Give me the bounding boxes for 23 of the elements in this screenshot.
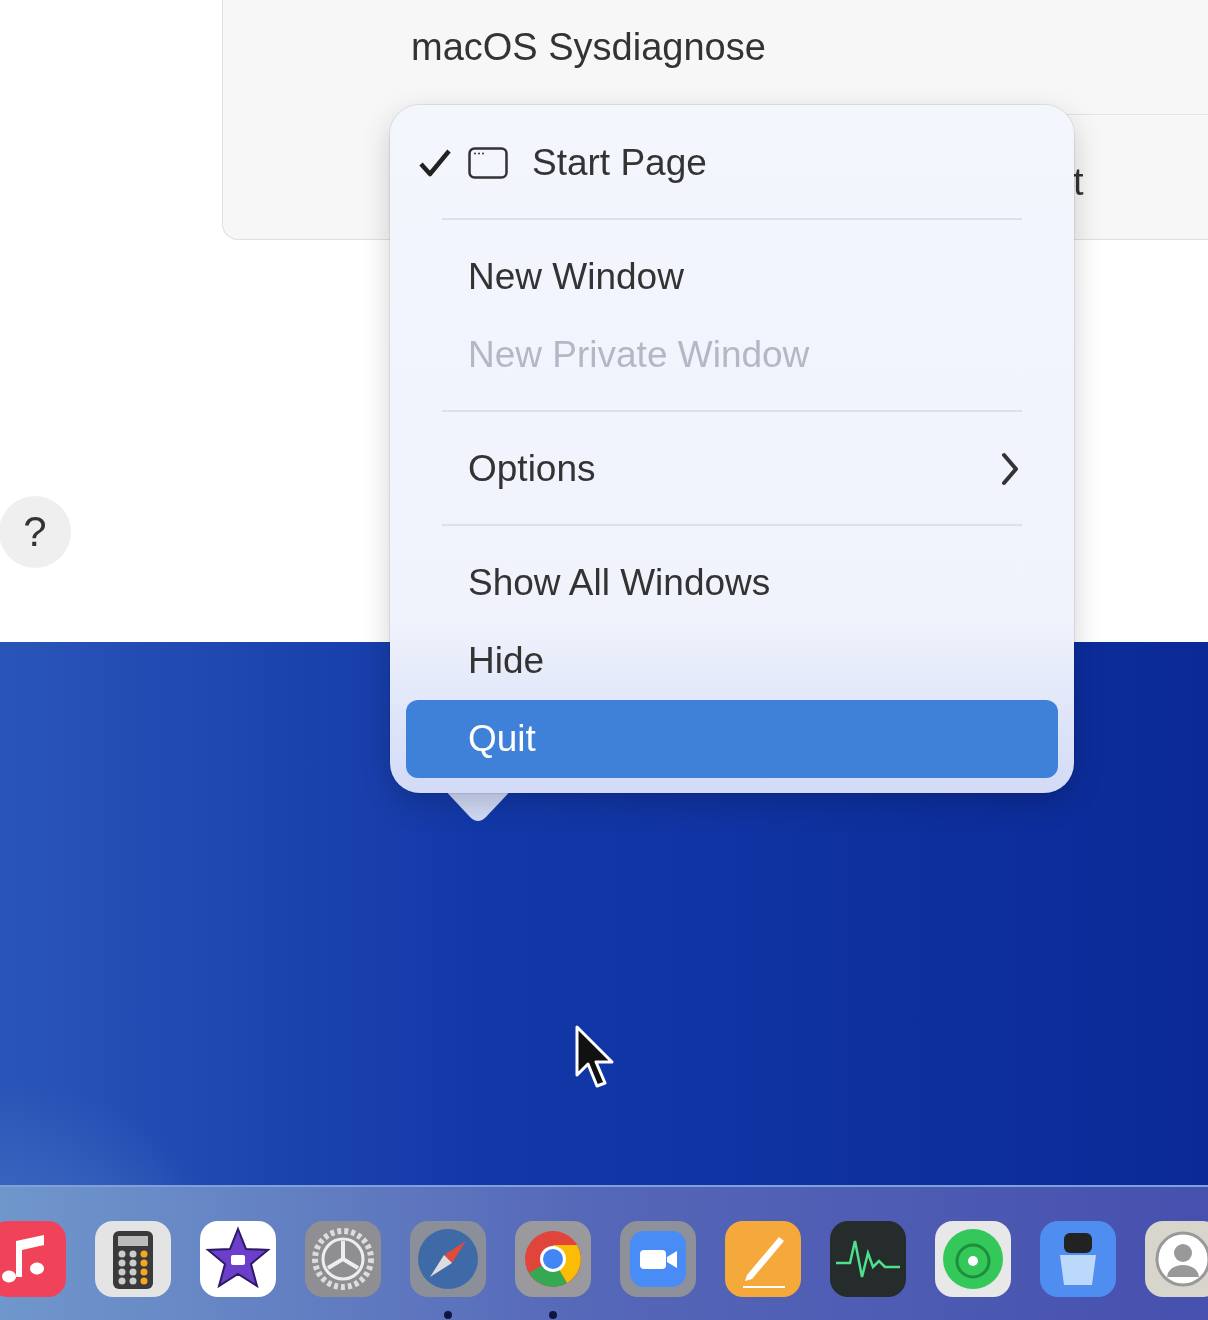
window-icon bbox=[468, 147, 508, 179]
music-note-icon[interactable] bbox=[0, 1219, 68, 1299]
heartbeat-icon[interactable] bbox=[828, 1219, 908, 1299]
menu-item[interactable]: Hide bbox=[406, 622, 1058, 700]
list-item-label: t bbox=[1073, 161, 1085, 204]
cursor-icon bbox=[574, 1025, 614, 1089]
loupe-icon[interactable] bbox=[1038, 1219, 1118, 1299]
calculator-icon[interactable] bbox=[93, 1219, 173, 1299]
pen-icon[interactable] bbox=[723, 1219, 803, 1299]
video-camera-icon[interactable] bbox=[618, 1219, 698, 1299]
chevron-right-icon bbox=[1000, 452, 1020, 486]
help-button[interactable]: ? bbox=[0, 496, 71, 568]
person-icon[interactable] bbox=[1143, 1219, 1208, 1299]
radar-icon[interactable] bbox=[933, 1219, 1013, 1299]
compass-icon[interactable] bbox=[408, 1219, 488, 1299]
menu-item[interactable]: Quit bbox=[406, 700, 1058, 778]
menu-item[interactable]: Show All Windows bbox=[406, 544, 1058, 622]
gear-icon[interactable] bbox=[303, 1219, 383, 1299]
chrome-icon[interactable] bbox=[513, 1219, 593, 1299]
list-item-label: macOS Sysdiagnose bbox=[411, 26, 766, 69]
menu-item[interactable]: Options bbox=[406, 430, 1058, 508]
menu-item[interactable]: Start Page bbox=[406, 124, 1058, 202]
menu-item[interactable]: New Window bbox=[406, 238, 1058, 316]
